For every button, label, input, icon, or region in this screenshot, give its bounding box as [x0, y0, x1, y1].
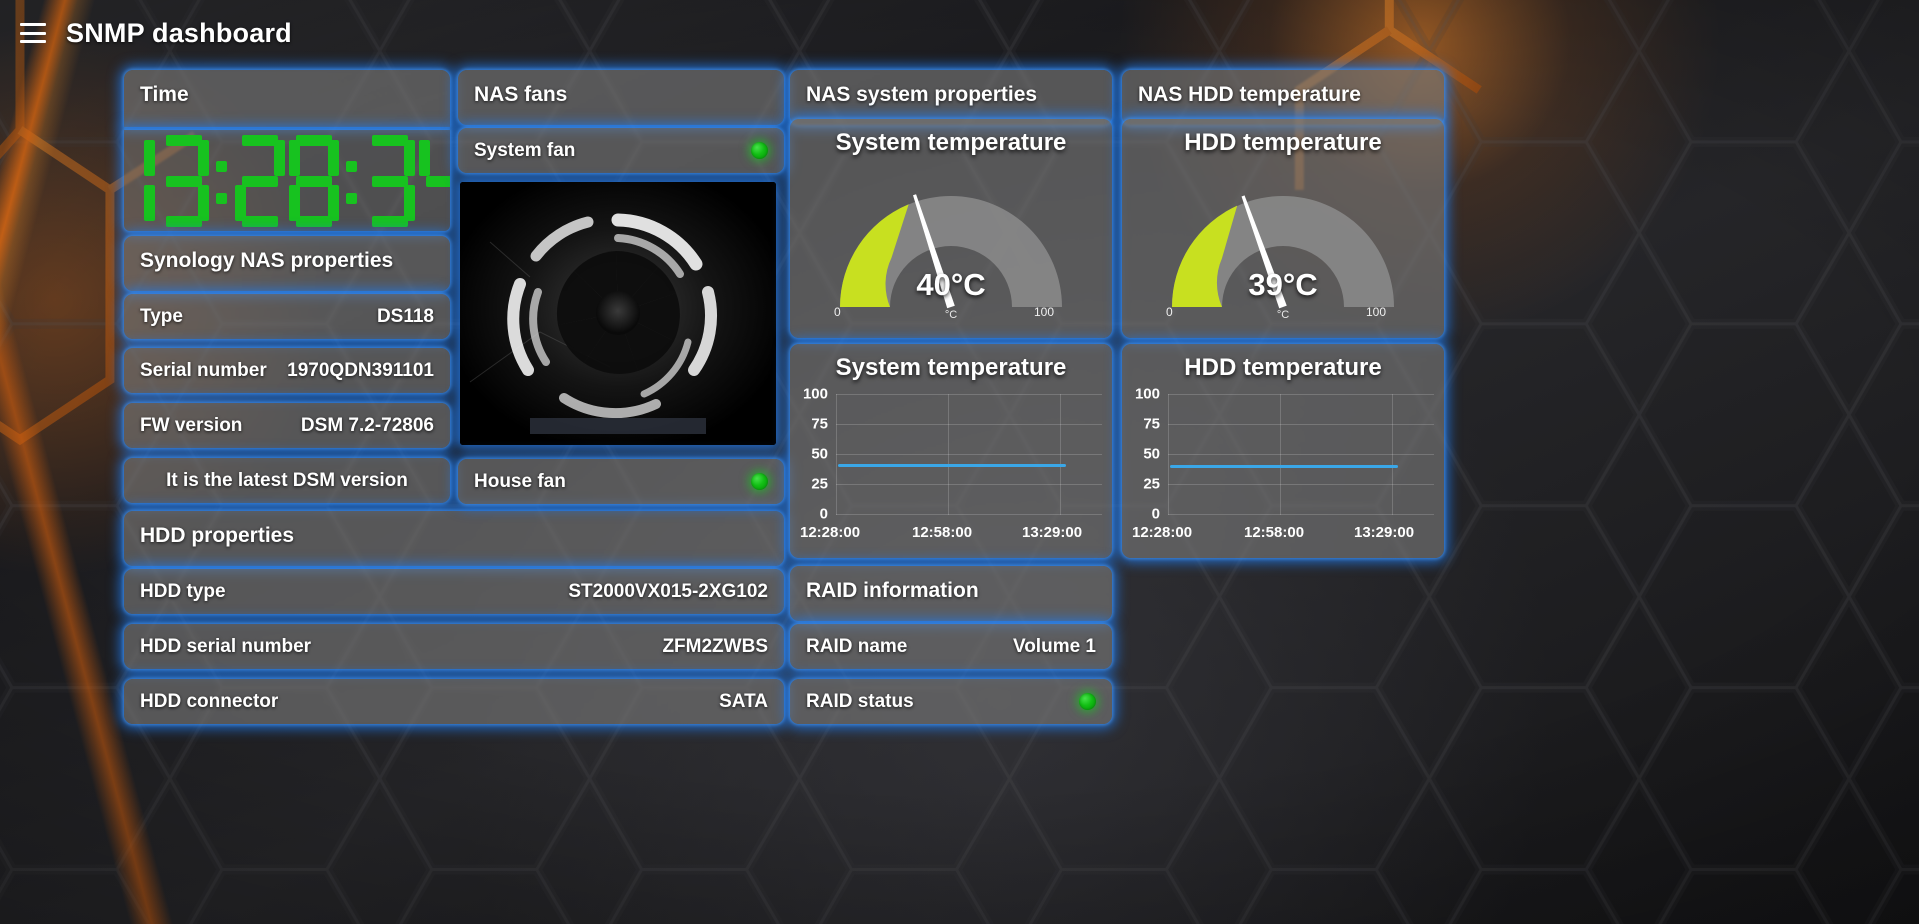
gauge-hdd-temperature-body: 39°C °C 0 100: [1122, 157, 1444, 332]
row-synology-serial: Serial number 1970QDN391101: [124, 348, 450, 393]
card-synology-properties: Synology NAS properties: [124, 236, 450, 291]
gauge-system-temperature-max: 100: [1034, 305, 1055, 319]
xtick-end: 13:29:00: [1354, 524, 1415, 541]
seven-segment-clock: [124, 134, 450, 227]
gauge-hdd-temperature-title: HDD temperature: [1184, 129, 1382, 156]
chart-hdd-temperature-body: 100 75 50 25 0 12:28:00 12:58:00 13:29:0…: [1122, 382, 1444, 542]
row-system-fan: System fan: [458, 128, 784, 173]
clock-digit: [124, 135, 155, 227]
card-nas-fans: NAS fans: [458, 70, 784, 125]
card-nas-system-properties: NAS system properties: [790, 70, 1112, 125]
card-nas-fans-title: NAS fans: [474, 83, 568, 106]
row-hdd-type: HDD type ST2000VX015-2XG102: [124, 569, 784, 614]
value-raid-name: Volume 1: [1012, 635, 1096, 657]
house-fan-status-led: [751, 473, 768, 490]
clock-digit: [419, 135, 450, 227]
value-hdd-connector: SATA: [719, 690, 768, 712]
xtick-end: 13:29:00: [1022, 524, 1083, 541]
label-raid-status: RAID status: [806, 690, 914, 712]
ytick-0: 0: [1151, 505, 1160, 523]
fan-camera-image: [460, 182, 776, 445]
gauge-hdd-temperature-value: 39°C: [1248, 267, 1318, 302]
xtick-start: 12:28:00: [1132, 524, 1193, 541]
chart-system-temperature-title: System temperature: [835, 354, 1067, 381]
row-raid-name: RAID name Volume 1: [790, 624, 1112, 669]
ytick-100: 100: [802, 385, 828, 403]
clock-colon: [213, 135, 231, 227]
value-type: DS118: [376, 305, 434, 327]
ytick-75: 75: [1143, 415, 1160, 433]
label-hdd-serial-number: HDD serial number: [140, 635, 312, 657]
dsm-version-note: It is the latest DSM version: [166, 469, 408, 491]
clock-digit: [159, 134, 209, 227]
label-hdd-connector: HDD connector: [140, 690, 279, 712]
hamburger-icon[interactable]: [20, 23, 46, 43]
card-hdd-properties: HDD properties: [124, 511, 784, 566]
value-serial-number: 1970QDN391101: [287, 359, 434, 381]
value-hdd-type: ST2000VX015-2XG102: [568, 580, 768, 602]
gauge-system-temperature-title: System temperature: [835, 129, 1067, 156]
value-hdd-serial-number: ZFM2ZWBS: [662, 635, 768, 657]
gauge-system-temperature-value: 40°C: [916, 267, 986, 302]
gauge-system-temperature-min: 0: [834, 305, 841, 319]
app-header: SNMP dashboard: [0, 0, 1919, 66]
label-hdd-type: HDD type: [140, 580, 226, 602]
gauge-system-temperature-body: 40°C °C 0 100: [790, 157, 1112, 332]
ytick-0: 0: [819, 505, 828, 523]
xtick-middle: 12:58:00: [912, 524, 973, 541]
row-hdd-connector: HDD connector SATA: [124, 679, 784, 724]
row-house-fan: House fan: [458, 459, 784, 504]
clock-digit: [235, 134, 285, 227]
fan-illustration-icon: [460, 182, 776, 445]
label-serial-number: Serial number: [140, 359, 267, 381]
chart-system-temperature: System temperature 100 75 50 25 0 12:28:…: [790, 344, 1112, 558]
raid-status-led: [1079, 693, 1096, 710]
ytick-100: 100: [1134, 385, 1160, 403]
row-raid-status: RAID status: [790, 679, 1112, 724]
series-hdd-temperature: [1170, 465, 1398, 468]
clock-digit: [289, 134, 339, 227]
card-time: Time: [124, 70, 450, 127]
card-nas-hdd-temperature: NAS HDD temperature: [1122, 70, 1444, 125]
clock-digit: [365, 134, 415, 227]
ytick-75: 75: [811, 415, 828, 433]
card-nas-system-properties-title: NAS system properties: [806, 83, 1038, 106]
chart-hdd-temperature-title: HDD temperature: [1184, 354, 1382, 381]
label-fw-version: FW version: [140, 414, 243, 436]
row-synology-fw: FW version DSM 7.2-72806: [124, 403, 450, 448]
label-raid-name: RAID name: [806, 635, 908, 657]
ytick-25: 25: [811, 475, 828, 493]
row-hdd-serial: HDD serial number ZFM2ZWBS: [124, 624, 784, 669]
chart-system-temperature-body: 100 75 50 25 0 12:28:00 12:58:00 13:29:0…: [790, 382, 1112, 542]
gauge-hdd-temperature: HDD temperature 39°C °C 0 100: [1122, 119, 1444, 338]
label-system-fan: System fan: [474, 139, 576, 161]
row-dsm-version-note: It is the latest DSM version: [124, 458, 450, 503]
card-raid-title: RAID information: [806, 579, 979, 602]
card-hdd-properties-title: HDD properties: [140, 524, 295, 547]
value-fw-version: DSM 7.2-72806: [300, 414, 434, 436]
ytick-50: 50: [1143, 445, 1160, 463]
ytick-25: 25: [1143, 475, 1160, 493]
card-raid-information: RAID information: [790, 566, 1112, 621]
clock-display: [124, 130, 450, 231]
system-fan-status-led: [751, 142, 768, 159]
label-type: Type: [140, 305, 183, 327]
card-synology-title: Synology NAS properties: [140, 249, 394, 272]
gauge-hdd-temperature-max: 100: [1366, 305, 1387, 319]
label-house-fan: House fan: [474, 470, 566, 492]
gauge-system-temperature: System temperature 40°C °C 0 100: [790, 119, 1112, 338]
gauge-hdd-temperature-min: 0: [1166, 305, 1173, 319]
ytick-50: 50: [811, 445, 828, 463]
dashboard-root: SNMP dashboard Time Synology NAS propert…: [0, 0, 1919, 924]
series-system-temperature: [838, 464, 1066, 467]
chart-hdd-temperature: HDD temperature 100 75 50 25 0 12:28:00 …: [1122, 344, 1444, 558]
card-nas-hdd-temperature-title: NAS HDD temperature: [1138, 83, 1361, 106]
clock-colon: [343, 135, 361, 227]
xtick-middle: 12:58:00: [1244, 524, 1305, 541]
row-synology-type: Type DS118: [124, 294, 450, 339]
card-time-title: Time: [140, 83, 189, 106]
xtick-start: 12:28:00: [800, 524, 861, 541]
page-title: SNMP dashboard: [66, 17, 292, 48]
